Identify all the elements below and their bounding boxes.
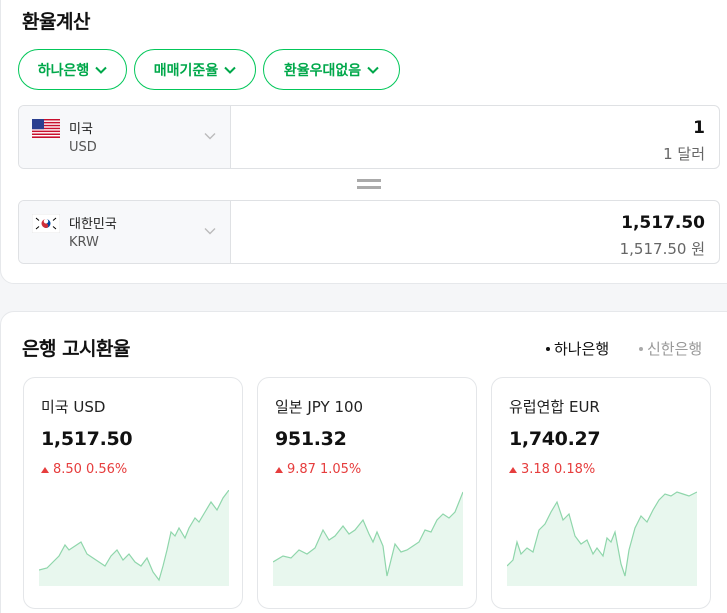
rate-card-usd[interactable]: 미국 USD 1,517.50 8.50 0.56% (23, 377, 243, 609)
rate-card-change: 3.18 0.18% (509, 462, 595, 477)
bank-rates-title: 은행 고시환율 (22, 338, 131, 360)
rate-card-currency: 미국 USD (41, 398, 106, 416)
from-amount-words: 1 달러 (663, 145, 705, 163)
rate-change-amount: 8.50 (53, 462, 82, 477)
bank-exchange-rates-panel: 은행 고시환율 하나은행 신한은행 미국 USD 1,517.50 8.50 0… (0, 311, 727, 613)
to-amount-words: 1,517.50 원 (619, 240, 705, 258)
rate-change-percent: 0.56% (85, 462, 128, 477)
chevron-down-icon (367, 66, 379, 74)
equals-icon (357, 179, 381, 191)
rate-change-percent: 1.05% (319, 462, 362, 477)
chevron-down-icon (224, 66, 236, 74)
rate-card-value: 1,517.50 (41, 428, 133, 450)
rate-change-amount: 3.18 (521, 462, 550, 477)
bank-tab-hana[interactable]: 하나은행 (546, 338, 609, 359)
rate-card-eur[interactable]: 유럽연합 EUR 1,740.27 3.18 0.18% (491, 377, 711, 609)
preferential-rate-label: 환율우대없음 (283, 62, 362, 79)
chevron-down-icon (204, 228, 216, 235)
rate-type-label: 매매기준율 (153, 62, 219, 79)
to-amount-input[interactable]: 1,517.50 (621, 213, 705, 233)
bank-select-label: 하나은행 (37, 62, 90, 79)
rate-card-jpy[interactable]: 일본 JPY 100 951.32 9.87 1.05% (257, 377, 477, 609)
to-currency-code: KRW (69, 235, 99, 250)
rate-change-amount: 9.87 (287, 462, 316, 477)
inactive-dot-icon (639, 346, 643, 351)
rate-sparkline (507, 491, 697, 586)
active-dot-icon (546, 346, 550, 351)
rate-card-change: 8.50 0.56% (41, 462, 127, 477)
rate-card-currency: 일본 JPY 100 (275, 398, 364, 416)
rate-sparkline (39, 490, 229, 586)
from-currency-name: 미국 (69, 122, 93, 137)
to-currency-select[interactable]: 대한민국 KRW (19, 201, 231, 263)
bank-tab-label: 하나은행 (554, 340, 610, 358)
rate-card-value: 1,740.27 (509, 428, 601, 450)
us-flag-icon (32, 119, 60, 138)
rate-type-select-button[interactable]: 매매기준율 (134, 49, 256, 90)
bank-tab-label: 신한은행 (647, 340, 703, 358)
from-currency-row: 미국 USD 1 1 달러 (18, 105, 720, 169)
rate-card-change: 9.87 1.05% (275, 462, 361, 477)
chevron-down-icon (204, 133, 216, 140)
from-amount-input[interactable]: 1 (693, 118, 705, 138)
bank-tab-shinhan[interactable]: 신한은행 (639, 338, 702, 359)
up-triangle-icon (41, 466, 49, 473)
rate-card-currency: 유럽연합 EUR (509, 398, 600, 416)
preferential-rate-select-button[interactable]: 환율우대없음 (263, 49, 400, 90)
bank-select-button[interactable]: 하나은행 (18, 49, 127, 90)
exchange-calculator-panel: 환율계산 하나은행 매매기준율 환율우대없음 미국 USD 1 1 달러 대한민… (0, 0, 727, 284)
rate-sparkline (273, 491, 463, 586)
up-triangle-icon (275, 466, 283, 473)
kr-flag-icon (32, 214, 60, 233)
from-currency-select[interactable]: 미국 USD (19, 106, 231, 168)
to-currency-name: 대한민국 (69, 217, 117, 232)
from-currency-code: USD (69, 140, 97, 155)
rate-card-value: 951.32 (275, 428, 347, 450)
rate-change-percent: 0.18% (553, 462, 596, 477)
to-currency-row: 대한민국 KRW 1,517.50 1,517.50 원 (18, 200, 720, 264)
chevron-down-icon (95, 66, 107, 74)
calculator-title: 환율계산 (22, 11, 90, 33)
up-triangle-icon (509, 466, 517, 473)
